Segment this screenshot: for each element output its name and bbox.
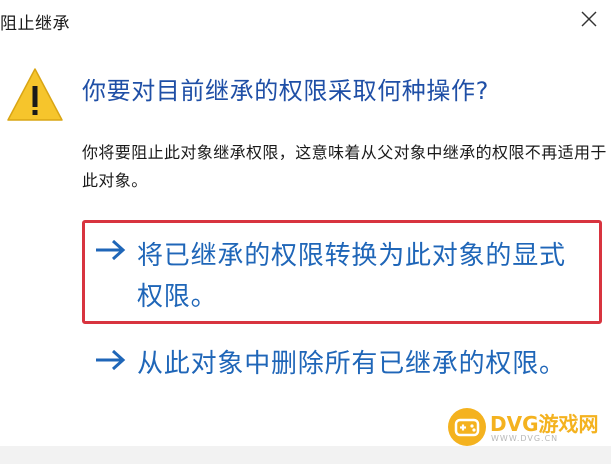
arrow-right-icon: [93, 237, 127, 263]
watermark-subtext: WWW.DVG.CN: [491, 434, 559, 443]
dialog-description: 你将要阻止此对象继承权限，这意味着从父对象中继承的权限不再适用于此对象。: [82, 143, 607, 190]
dialog-footer-strip: [0, 446, 611, 464]
watermark-text: DVG游戏网: [490, 412, 599, 436]
convert-inherited-permissions-option[interactable]: 将已继承的权限转换为此对象的显式权限。: [82, 220, 602, 324]
close-icon[interactable]: [578, 8, 600, 30]
option-label: 从此对象中删除所有已继承的权限。: [137, 349, 566, 379]
site-watermark: DVG游戏网 WWW.DVG.CN: [447, 406, 599, 448]
option-label: 将已继承的权限转换为此对象的显式权限。: [137, 241, 566, 312]
warning-icon: [6, 66, 64, 124]
dialog-heading: 你要对目前继承的权限采取何种操作?: [82, 77, 489, 105]
arrow-right-icon: [93, 347, 127, 373]
gamepad-logo-icon: [447, 407, 487, 447]
block-inheritance-dialog: 阻止继承 你要对目前继承的权限采取何种操作? 你将要阻止此对象继承权限，这意味着…: [0, 0, 611, 464]
dialog-title: 阻止继承: [0, 14, 70, 34]
